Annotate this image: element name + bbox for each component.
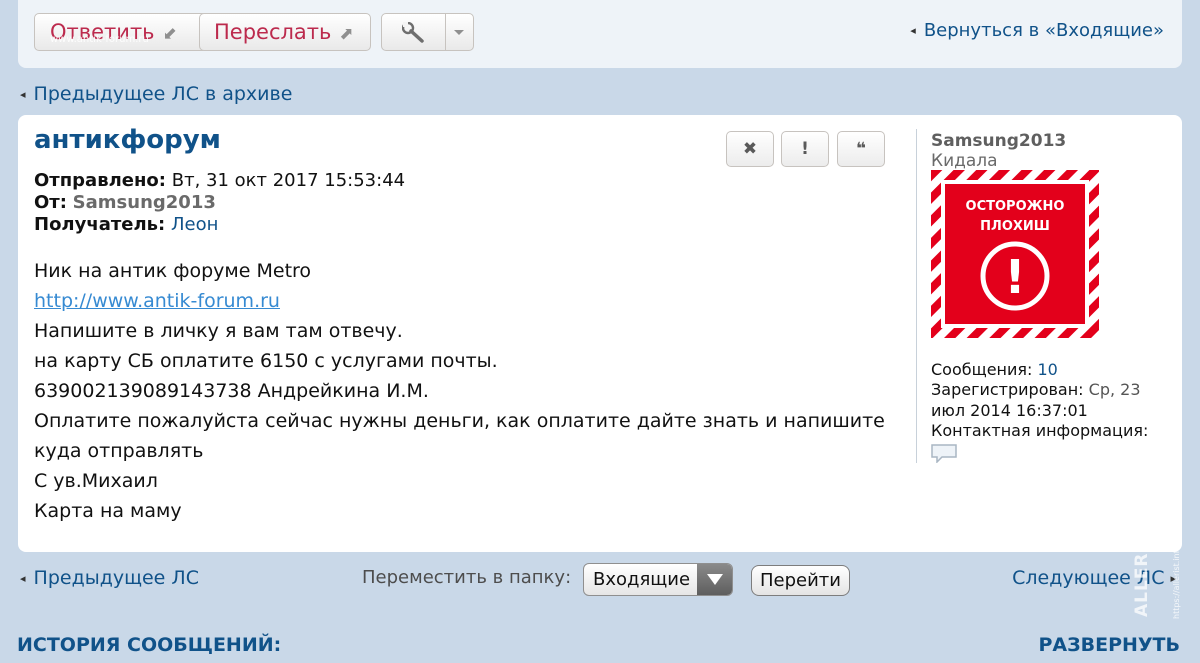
body-line: Напишите в личку я вам там отвечу. bbox=[34, 320, 403, 342]
author-rank: Кидала bbox=[931, 151, 998, 171]
posts-count-link[interactable]: 10 bbox=[1038, 360, 1058, 379]
report-button[interactable]: ! bbox=[781, 131, 829, 167]
quote-button[interactable]: ❝ bbox=[837, 131, 885, 167]
body-line: Ник на антик форуме Metro bbox=[34, 260, 312, 282]
body-line: С ув.Михаил bbox=[34, 470, 158, 492]
recipient-label: Получатель: bbox=[34, 214, 166, 235]
prev-pm-link[interactable]: ◂ Предыдущее ЛС bbox=[20, 567, 199, 589]
tools-dropdown-button[interactable] bbox=[381, 13, 474, 51]
contact-label: Контактная информация: bbox=[931, 421, 1149, 440]
recipient-user-link[interactable]: Леон bbox=[171, 214, 218, 235]
chevron-left-icon: ◂ bbox=[910, 24, 916, 37]
sent-value: Вт, 31 окт 2017 15:53:44 bbox=[171, 170, 406, 191]
site-watermark-url: https://allerist.info bbox=[1172, 545, 1181, 619]
tools-separator bbox=[445, 14, 446, 50]
avatar-text-1: ОСТОРОЖНО bbox=[966, 199, 1065, 214]
avatar-text-2: ПЛОХИШ bbox=[980, 219, 1050, 234]
message-body: Ник на антик форуме Metro http://www.ant… bbox=[34, 256, 894, 526]
message-panel: антикфорум Отправлено: Вт, 31 окт 2017 1… bbox=[18, 115, 1182, 552]
body-line: Оплатите пожалуйста сейчас нужны деньги,… bbox=[34, 410, 885, 432]
registered-label: Зарегистрирован: bbox=[931, 380, 1084, 399]
forward-arrow-icon: ⬈ bbox=[339, 24, 354, 44]
delete-button[interactable]: ✖ bbox=[726, 131, 774, 167]
reply-button[interactable]: Ответить ⬋ bbox=[34, 13, 208, 51]
speech-bubble-icon[interactable] bbox=[930, 443, 958, 463]
warning-icon: ! bbox=[1005, 250, 1026, 304]
registered-value-1: Ср, 23 bbox=[1088, 380, 1141, 399]
body-line: Карта на маму bbox=[34, 500, 182, 522]
reply-watermark: www.antik-forum.ru bbox=[50, 34, 149, 45]
body-line: куда отправлять bbox=[34, 440, 204, 462]
message-history-heading: ИСТОРИЯ СООБЩЕНИЙ: bbox=[17, 634, 282, 656]
message-subject: антикфорум bbox=[34, 125, 221, 155]
forward-button-label: Переслать bbox=[214, 20, 332, 44]
from-label: От: bbox=[34, 192, 67, 213]
chevron-down-icon bbox=[454, 30, 464, 35]
go-button[interactable]: Перейти bbox=[751, 565, 850, 596]
from-user-link[interactable]: Samsung2013 bbox=[73, 192, 216, 213]
author-name-link[interactable]: Samsung2013 bbox=[931, 131, 1066, 151]
expand-history-link[interactable]: РАЗВЕРНУТЬ bbox=[1038, 634, 1180, 656]
body-url-link[interactable]: http://www.antik-forum.ru bbox=[34, 290, 280, 312]
prev-archive-label: Предыдущее ЛС в архиве bbox=[33, 83, 293, 105]
posts-row: Сообщения: 10 bbox=[931, 360, 1058, 379]
posts-label: Сообщения: bbox=[931, 360, 1033, 379]
folder-select-value: Входящие bbox=[593, 569, 691, 590]
action-toolbar: Ответить ⬋ www.antik-forum.ru Переслать ⬈ … bbox=[18, 0, 1182, 68]
folder-select[interactable]: Входящие bbox=[583, 563, 733, 596]
back-to-inbox-label: Вернуться в «Входящие» bbox=[923, 20, 1164, 41]
prev-archive-link[interactable]: ◂ Предыдущее ЛС в архиве bbox=[20, 83, 292, 105]
avatar: ОСТОРОЖНО ПЛОХИШ ! bbox=[931, 170, 1099, 338]
from-row: От: Samsung2013 bbox=[34, 192, 216, 213]
chevron-left-icon: ◂ bbox=[20, 88, 26, 101]
forward-button[interactable]: Переслать ⬈ bbox=[199, 13, 371, 51]
close-icon: ✖ bbox=[742, 139, 758, 159]
chevron-left-icon: ◂ bbox=[20, 572, 26, 585]
sent-row: Отправлено: Вт, 31 окт 2017 15:53:44 bbox=[34, 170, 405, 191]
sent-label: Отправлено: bbox=[34, 170, 166, 191]
exclamation-icon: ! bbox=[801, 139, 809, 159]
prev-pm-label: Предыдущее ЛС bbox=[33, 567, 199, 589]
body-line: на карту СБ оплатите 6150 с услугами поч… bbox=[34, 350, 498, 372]
profile-divider bbox=[916, 129, 917, 463]
registered-row: Зарегистрирован: Ср, 23 bbox=[931, 380, 1141, 399]
site-watermark: ALLERIST.INFO bbox=[1132, 463, 1152, 617]
recipient-row: Получатель: Леон bbox=[34, 214, 218, 235]
quote-icon: ❝ bbox=[856, 139, 866, 159]
move-to-folder-label: Переместить в папку: bbox=[362, 567, 572, 588]
reply-arrow-icon: ⬋ bbox=[162, 24, 177, 44]
back-to-inbox-link[interactable]: ◂ Вернуться в «Входящие» bbox=[910, 20, 1164, 41]
registered-value-2: июл 2014 16:37:01 bbox=[931, 401, 1088, 420]
wrench-icon bbox=[402, 22, 424, 43]
chevron-down-icon bbox=[697, 564, 732, 595]
body-line: 639002139089143738 Андрейкина И.М. bbox=[34, 380, 429, 402]
